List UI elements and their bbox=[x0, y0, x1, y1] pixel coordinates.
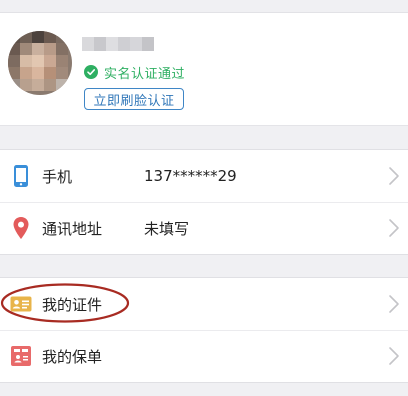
chevron-right-icon bbox=[389, 347, 399, 365]
location-pin-icon bbox=[9, 216, 33, 240]
phone-icon bbox=[9, 164, 33, 188]
phone-label: 手机 bbox=[42, 167, 73, 186]
check-circle-icon bbox=[84, 65, 98, 79]
top-strip bbox=[0, 0, 408, 13]
chevron-right-icon bbox=[389, 167, 399, 185]
documents-section: 我的证件 我的保单 bbox=[0, 277, 408, 383]
my-policies-label: 我的保单 bbox=[42, 347, 103, 366]
id-card-icon bbox=[9, 292, 33, 316]
my-documents-label: 我的证件 bbox=[42, 295, 103, 314]
face-auth-button[interactable]: 立即刷脸认证 bbox=[84, 88, 184, 110]
chevron-right-icon bbox=[389, 219, 399, 237]
policy-icon bbox=[9, 344, 33, 368]
phone-value: 137******29 bbox=[144, 167, 237, 185]
my-policies-row[interactable]: 我的保单 bbox=[0, 330, 408, 382]
masked-name bbox=[82, 37, 154, 51]
avatar[interactable] bbox=[8, 31, 72, 95]
verify-status-text: 实名认证通过 bbox=[104, 66, 186, 82]
address-row[interactable]: 通讯地址 未填写 bbox=[0, 202, 408, 254]
chevron-right-icon bbox=[389, 295, 399, 313]
my-documents-row[interactable]: 我的证件 bbox=[0, 278, 408, 330]
address-label: 通讯地址 bbox=[42, 219, 103, 238]
profile-card: 实名认证通过 立即刷脸认证 bbox=[0, 13, 408, 126]
phone-row[interactable]: 手机 137******29 bbox=[0, 150, 408, 202]
contact-section: 手机 137******29 通讯地址 未填写 bbox=[0, 149, 408, 255]
address-value: 未填写 bbox=[144, 219, 190, 238]
verify-status-row: 实名认证通过 bbox=[84, 63, 186, 82]
